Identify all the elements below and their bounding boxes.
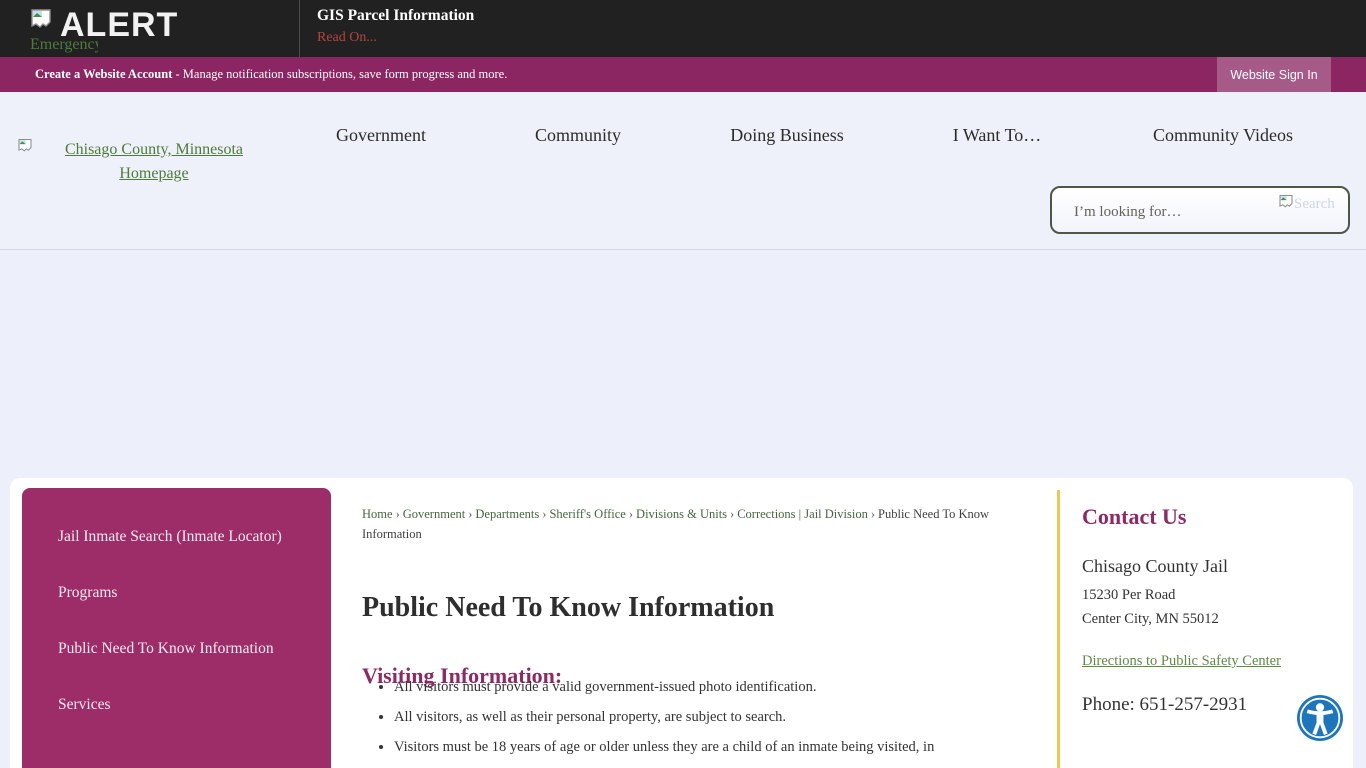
nav-doing-business[interactable]: Doing Business [730,125,844,146]
accessibility-widget-button[interactable] [1297,695,1343,741]
breadcrumb-government[interactable]: Government [403,507,465,521]
create-account-text[interactable]: Create a Website Account - Manage notifi… [35,57,507,92]
alert-bar: Emergency Alert ALERT GIS Parcel Informa… [0,0,1366,57]
search-icon-alt-text: Search [1294,196,1335,212]
sidebar-item-services[interactable]: Services [58,692,297,718]
search-box: Search [1050,186,1350,234]
section-sidebar: Jail Inmate Search (Inmate Locator) Prog… [22,488,331,768]
nav-community[interactable]: Community [535,125,621,146]
alert-title: GIS Parcel Information [317,7,475,24]
homepage-link[interactable]: Chisago County, Minnesota Homepage [58,138,250,186]
directions-link[interactable]: Directions to Public Safety Center [1082,653,1281,670]
contact-us-heading: Contact Us [1082,504,1187,529]
contact-us-panel: Contact Us Chisago County Jail 15230 Per… [1082,504,1344,716]
page: Emergency Alert ALERT GIS Parcel Informa… [0,0,1366,768]
list-item: Visitors must be 18 years of age or olde… [394,738,1054,757]
sidebar-item-programs[interactable]: Programs [58,580,297,606]
breadcrumb-separator: › [628,507,634,521]
visiting-rules-list: All visitors must provide a valid govern… [362,678,1054,768]
website-sign-in-button[interactable]: Website Sign In [1217,57,1331,92]
alert-divider [299,0,300,57]
accessibility-person-icon [1297,695,1343,741]
contact-address-line2: Center City, MN 55012 [1082,611,1219,627]
breadcrumb-departments[interactable]: Departments [475,507,539,521]
breadcrumb-separator: › [395,507,400,521]
breadcrumb-divisions-units[interactable]: Divisions & Units [636,507,727,521]
content-card: Jail Inmate Search (Inmate Locator) Prog… [10,478,1353,768]
site-header: Chisago County, Minnesota Homepage Gover… [0,92,1366,250]
page-title: Public Need To Know Information [362,591,775,623]
nav-community-videos[interactable]: Community Videos [1153,125,1293,146]
list-item: All visitors, as well as their personal … [394,708,1054,727]
site-logo-broken-image[interactable] [17,138,33,158]
breadcrumb-home[interactable]: Home [362,507,393,521]
breadcrumb-separator: › [468,507,473,521]
contact-column-divider [1057,490,1060,768]
breadcrumb-corrections-jail-division[interactable]: Corrections | Jail Division [737,507,868,521]
nav-i-want-to[interactable]: I Want To… [953,125,1042,146]
contact-facility-name: Chisago County Jail [1082,556,1229,576]
account-bar: Create a Website Account - Manage notifi… [0,57,1366,92]
contact-address-line1: 15230 Per Road [1082,587,1176,603]
alert-label: ALERT [60,6,179,44]
breadcrumb-separator: › [542,507,547,521]
breadcrumb-separator: › [870,507,876,521]
sidebar-item-jail-inmate-search[interactable]: Jail Inmate Search (Inmate Locator) [58,524,297,550]
sidebar-item-public-need-to-know[interactable]: Public Need To Know Information [58,636,297,662]
breadcrumb-separator: › [730,507,735,521]
search-button[interactable]: Search [1278,194,1338,218]
breadcrumb: Home › Government › Departments › Sheriff's Of… [362,505,1022,544]
broken-image-icon [18,138,32,152]
broken-image-icon [31,9,51,28]
alert-read-on-link[interactable]: Read On... [317,30,377,46]
list-item: All visitors must provide a valid govern… [394,678,1054,697]
broken-image-icon [1279,194,1293,208]
breadcrumb-sheriffs-office[interactable]: Sheriff's Office [549,507,625,521]
nav-government[interactable]: Government [336,125,426,146]
create-account-link[interactable]: Create a Website Account [35,67,172,81]
search-input[interactable] [1072,198,1266,226]
create-account-description: - Manage notification subscriptions, sav… [172,67,508,81]
